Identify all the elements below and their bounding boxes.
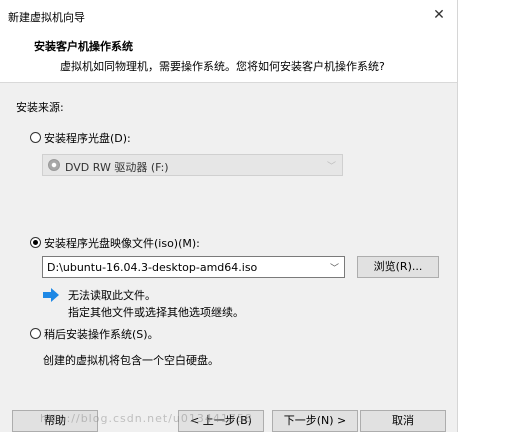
iso-radio-label[interactable]: 安装程序光盘映像文件(iso)(M): [44, 235, 200, 251]
help-button[interactable]: 帮助 [12, 410, 98, 432]
disc-radio-label[interactable]: 安装程序光盘(D): [44, 130, 131, 146]
arrow-right-icon [43, 288, 59, 302]
later-description: 创建的虚拟机将包含一个空白硬盘。 [43, 354, 219, 367]
wizard-header: 安装客户机操作系统 虚拟机如同物理机，需要操作系统。您将如何安装客户机操作系统? [0, 30, 457, 83]
later-radio-label[interactable]: 稍后安装操作系统(S)。 [44, 326, 159, 342]
disc-drive-value: DVD RW 驱动器 (F:) [65, 161, 169, 174]
page-title: 安装客户机操作系统 [34, 40, 133, 53]
close-icon[interactable]: ✕ [429, 5, 449, 25]
later-radio[interactable] [30, 328, 41, 339]
cancel-button[interactable]: 取消 [360, 410, 446, 432]
next-button[interactable]: 下一步(N) > [272, 410, 358, 432]
disc-icon [48, 159, 60, 171]
browse-button[interactable]: 浏览(R)... [357, 256, 439, 278]
install-source-label: 安装来源: [16, 101, 64, 114]
chevron-down-icon[interactable]: ﹀ [330, 261, 339, 274]
disc-radio[interactable] [30, 132, 41, 143]
iso-radio[interactable] [30, 237, 41, 248]
title-bar: 新建虚拟机向导 ✕ [0, 0, 457, 30]
back-button[interactable]: < 上一步(B) [178, 410, 264, 432]
new-vm-wizard-dialog: 新建虚拟机向导 ✕ 安装客户机操作系统 虚拟机如同物理机，需要操作系统。您将如何… [0, 0, 458, 432]
window-title: 新建虚拟机向导 [8, 11, 85, 24]
iso-path-combo[interactable]: D:\ubuntu-16.04.3-desktop-amd64.iso ﹀ [42, 256, 345, 278]
warning-text: 无法读取此文件。 [68, 289, 156, 302]
page-subtitle: 虚拟机如同物理机，需要操作系统。您将如何安装客户机操作系统? [60, 60, 385, 73]
chevron-down-icon: ﹀ [326, 162, 336, 172]
iso-path-input[interactable]: D:\ubuntu-16.04.3-desktop-amd64.iso [47, 261, 257, 274]
warning-hint: 指定其他文件或选择其他选项继续。 [68, 306, 244, 319]
disc-drive-select: DVD RW 驱动器 (F:) ﹀ [42, 154, 343, 176]
